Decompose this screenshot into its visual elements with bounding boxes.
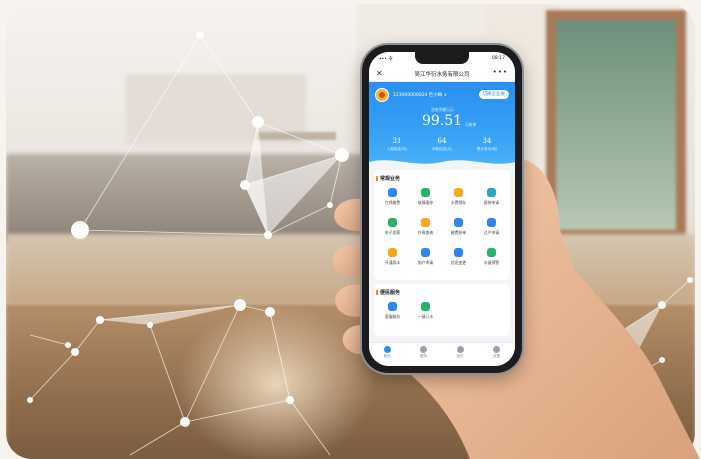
tab-item[interactable]: 设置 [479, 346, 515, 359]
tab-label: 设置 [493, 354, 500, 358]
flask-icon [388, 302, 397, 311]
service-item-label: 水量预警 [483, 260, 500, 265]
service-item-label: 抄表查询 [417, 230, 434, 235]
tab-label: 我的 [456, 354, 464, 358]
settings-icon [493, 346, 500, 353]
tab-label: 服务 [420, 354, 427, 358]
service-item[interactable]: 信息变更 [442, 246, 475, 270]
service-item[interactable]: 缴费账单 [442, 216, 475, 240]
signal-indicator: ••• 令 [379, 57, 393, 62]
service-item-label: 开通用水 [384, 260, 401, 265]
service-item-label: 故障报修 [417, 200, 434, 205]
flag-icon [487, 188, 496, 197]
check-icon [388, 248, 397, 257]
service-item-label: 客服服务 [384, 314, 401, 319]
phone-screen: ••• 令 08:17 ✕ 吴江华衍水务有限公司 ••• 12300000002… [369, 52, 515, 366]
document-icon [454, 248, 463, 257]
clock: 08:17 [492, 56, 505, 61]
service-item[interactable]: 一键订水 [409, 300, 442, 324]
stat-current-due: 64 本期应缴(元) [431, 137, 453, 151]
section-title: 便民服务 [375, 289, 401, 296]
service-item[interactable]: 水费预存 [442, 186, 475, 210]
stat-total-usage: 34 累计用水(吨) [476, 137, 498, 151]
stat-last-usage: 31 上期用量(吨) [386, 137, 408, 151]
section-title: 常规业务 [375, 175, 401, 182]
service-item-label: 缴费账单 [450, 230, 467, 235]
service-item-label: 在线缴费 [384, 200, 401, 205]
more-icon[interactable]: ••• [493, 68, 508, 76]
switch-account-button[interactable]: 切换企业账 [478, 90, 509, 99]
service-item[interactable]: 客服服务 [376, 300, 409, 324]
balance-value: 99.51 [421, 113, 463, 129]
service-item-label: 水费预存 [450, 200, 467, 205]
service-item[interactable]: 故障报修 [409, 186, 442, 210]
home-icon [383, 346, 391, 353]
service-item-label: 销户申请 [417, 260, 434, 265]
sun-icon [421, 218, 430, 227]
tab-item[interactable]: 我的 [442, 346, 478, 359]
smartphone: ••• 令 08:17 ✕ 吴江华衍水务有限公司 ••• 12300000002… [362, 45, 522, 373]
tab-item[interactable]: 首页 [369, 346, 405, 359]
invoice-icon [388, 218, 397, 227]
send-icon [421, 302, 430, 311]
monitor-icon [454, 218, 463, 227]
bottom-tab-bar: 首页 服务 我的 设置 [369, 342, 515, 366]
service-item[interactable]: 抄表查询 [409, 216, 442, 240]
service-item-label: 过户申请 [483, 230, 500, 235]
person-icon [487, 218, 496, 227]
user-group-icon [421, 248, 430, 257]
phone-notch [415, 52, 469, 64]
photo-scene: ••• 令 08:17 ✕ 吴江华衍水务有限公司 ••• 12300000002… [0, 0, 701, 459]
service-item-label: 信息变更 [450, 260, 467, 265]
close-icon[interactable]: ✕ [376, 69, 383, 78]
service-item[interactable]: 水量预警 [475, 246, 508, 270]
avatar[interactable] [375, 88, 389, 102]
service-item[interactable]: 报装申请 [475, 186, 508, 210]
convenience-services-card: 便民服务 客服服务 一键订水 [374, 284, 510, 336]
app-nav-bar: ✕ 吴江华衍水务有限公司 ••• [369, 66, 515, 82]
user-icon [456, 346, 464, 353]
wallet-icon [454, 188, 463, 197]
app-title: 吴江华衍水务有限公司 [414, 72, 470, 78]
service-item-label: 报装申请 [483, 200, 500, 205]
service-icon [420, 346, 427, 353]
bill-link[interactable]: 元账单 [465, 122, 476, 128]
service-item-label: 电子发票 [384, 230, 401, 235]
drop-icon [487, 248, 496, 257]
account-header: 123000000024 巨小梅 ∨ 切换企业账 当前余额(元) 99.51 元… [369, 82, 515, 172]
common-services-card: 常规业务 在线缴费 故障报修 水费预存 报装申请电子发票 抄表查询 缴费账单 过户申请开通用… [374, 170, 510, 280]
service-item[interactable]: 在线缴费 [376, 186, 409, 210]
hand-holding-phone [332, 158, 700, 459]
search-icon [388, 188, 397, 197]
account-selector[interactable]: 123000000024 巨小梅 ∨ [393, 92, 447, 98]
service-item-label: 一键订水 [417, 314, 434, 319]
tab-label: 首页 [383, 354, 391, 358]
tab-item[interactable]: 服务 [406, 346, 442, 359]
service-item[interactable]: 开通用水 [376, 246, 409, 270]
service-item[interactable]: 电子发票 [376, 216, 409, 240]
wrench-icon [421, 188, 430, 197]
service-item[interactable]: 过户申请 [475, 216, 508, 240]
service-item[interactable]: 销户申请 [409, 246, 442, 270]
